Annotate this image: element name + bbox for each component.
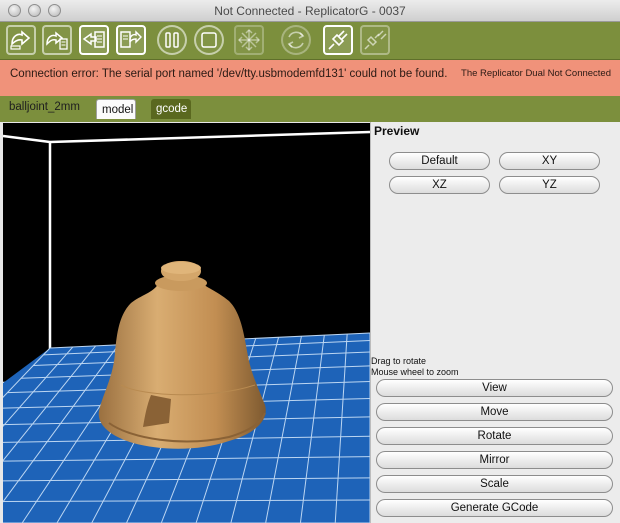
- balljoint-model: [98, 261, 266, 449]
- upload-to-sd-icon: [82, 31, 105, 48]
- toolbar: [0, 22, 620, 60]
- stop-icon: [201, 32, 217, 48]
- pause-button[interactable]: [157, 25, 187, 55]
- model-preview-viewport[interactable]: [3, 123, 370, 523]
- view-default-button[interactable]: Default: [389, 152, 490, 170]
- move-button[interactable]: Move: [376, 403, 613, 421]
- build-button[interactable]: [6, 25, 36, 55]
- file-name: balljoint_2mm: [9, 101, 80, 113]
- machine-status: The Replicator Dual Not Connected: [461, 68, 611, 79]
- preview-title: Preview: [374, 124, 420, 138]
- upload-to-sd-button[interactable]: [79, 25, 109, 55]
- disconnect-icon: [364, 30, 387, 50]
- window-title: Not Connected - ReplicatorG - 0037: [214, 4, 406, 18]
- build-from-sd-button[interactable]: [116, 25, 146, 55]
- connection-error-message: Connection error: The serial port named …: [10, 68, 448, 80]
- view-xz-button[interactable]: XZ: [389, 176, 490, 194]
- mirror-button[interactable]: Mirror: [376, 451, 613, 469]
- build-to-file-icon: [46, 31, 68, 50]
- control-panel-icon: [237, 28, 261, 52]
- window-titlebar: Not Connected - ReplicatorG - 0037: [0, 0, 620, 22]
- control-panel-button[interactable]: [234, 25, 264, 55]
- generate-gcode-button[interactable]: Generate GCode: [376, 499, 613, 517]
- zoom-hint: Mouse wheel to zoom: [371, 367, 459, 377]
- scale-button[interactable]: Scale: [376, 475, 613, 493]
- preview-panel: Preview Default XY XZ YZ Drag to rotate …: [370, 122, 620, 523]
- build-to-file-button[interactable]: [42, 25, 72, 55]
- view-button[interactable]: View: [376, 379, 613, 397]
- connect-button[interactable]: [323, 25, 353, 55]
- rotate-hint: Drag to rotate: [371, 356, 427, 366]
- tab-gcode[interactable]: gcode: [151, 99, 191, 119]
- connection-status-bar: Connection error: The serial port named …: [0, 60, 620, 96]
- stop-button[interactable]: [194, 25, 224, 55]
- reset-button[interactable]: [281, 25, 311, 55]
- rotate-button[interactable]: Rotate: [376, 427, 613, 445]
- connect-icon: [328, 30, 348, 50]
- build-icon: [10, 30, 31, 50]
- file-tab-row: balljoint_2mm model gcode: [0, 96, 620, 122]
- pause-icon: [165, 32, 179, 48]
- reset-icon: [287, 31, 305, 49]
- view-yz-button[interactable]: YZ: [499, 176, 600, 194]
- disconnect-button[interactable]: [360, 25, 390, 55]
- preview-canvas[interactable]: [3, 123, 370, 523]
- tab-model[interactable]: model: [96, 99, 136, 119]
- build-from-sd-icon: [120, 30, 142, 48]
- view-xy-button[interactable]: XY: [499, 152, 600, 170]
